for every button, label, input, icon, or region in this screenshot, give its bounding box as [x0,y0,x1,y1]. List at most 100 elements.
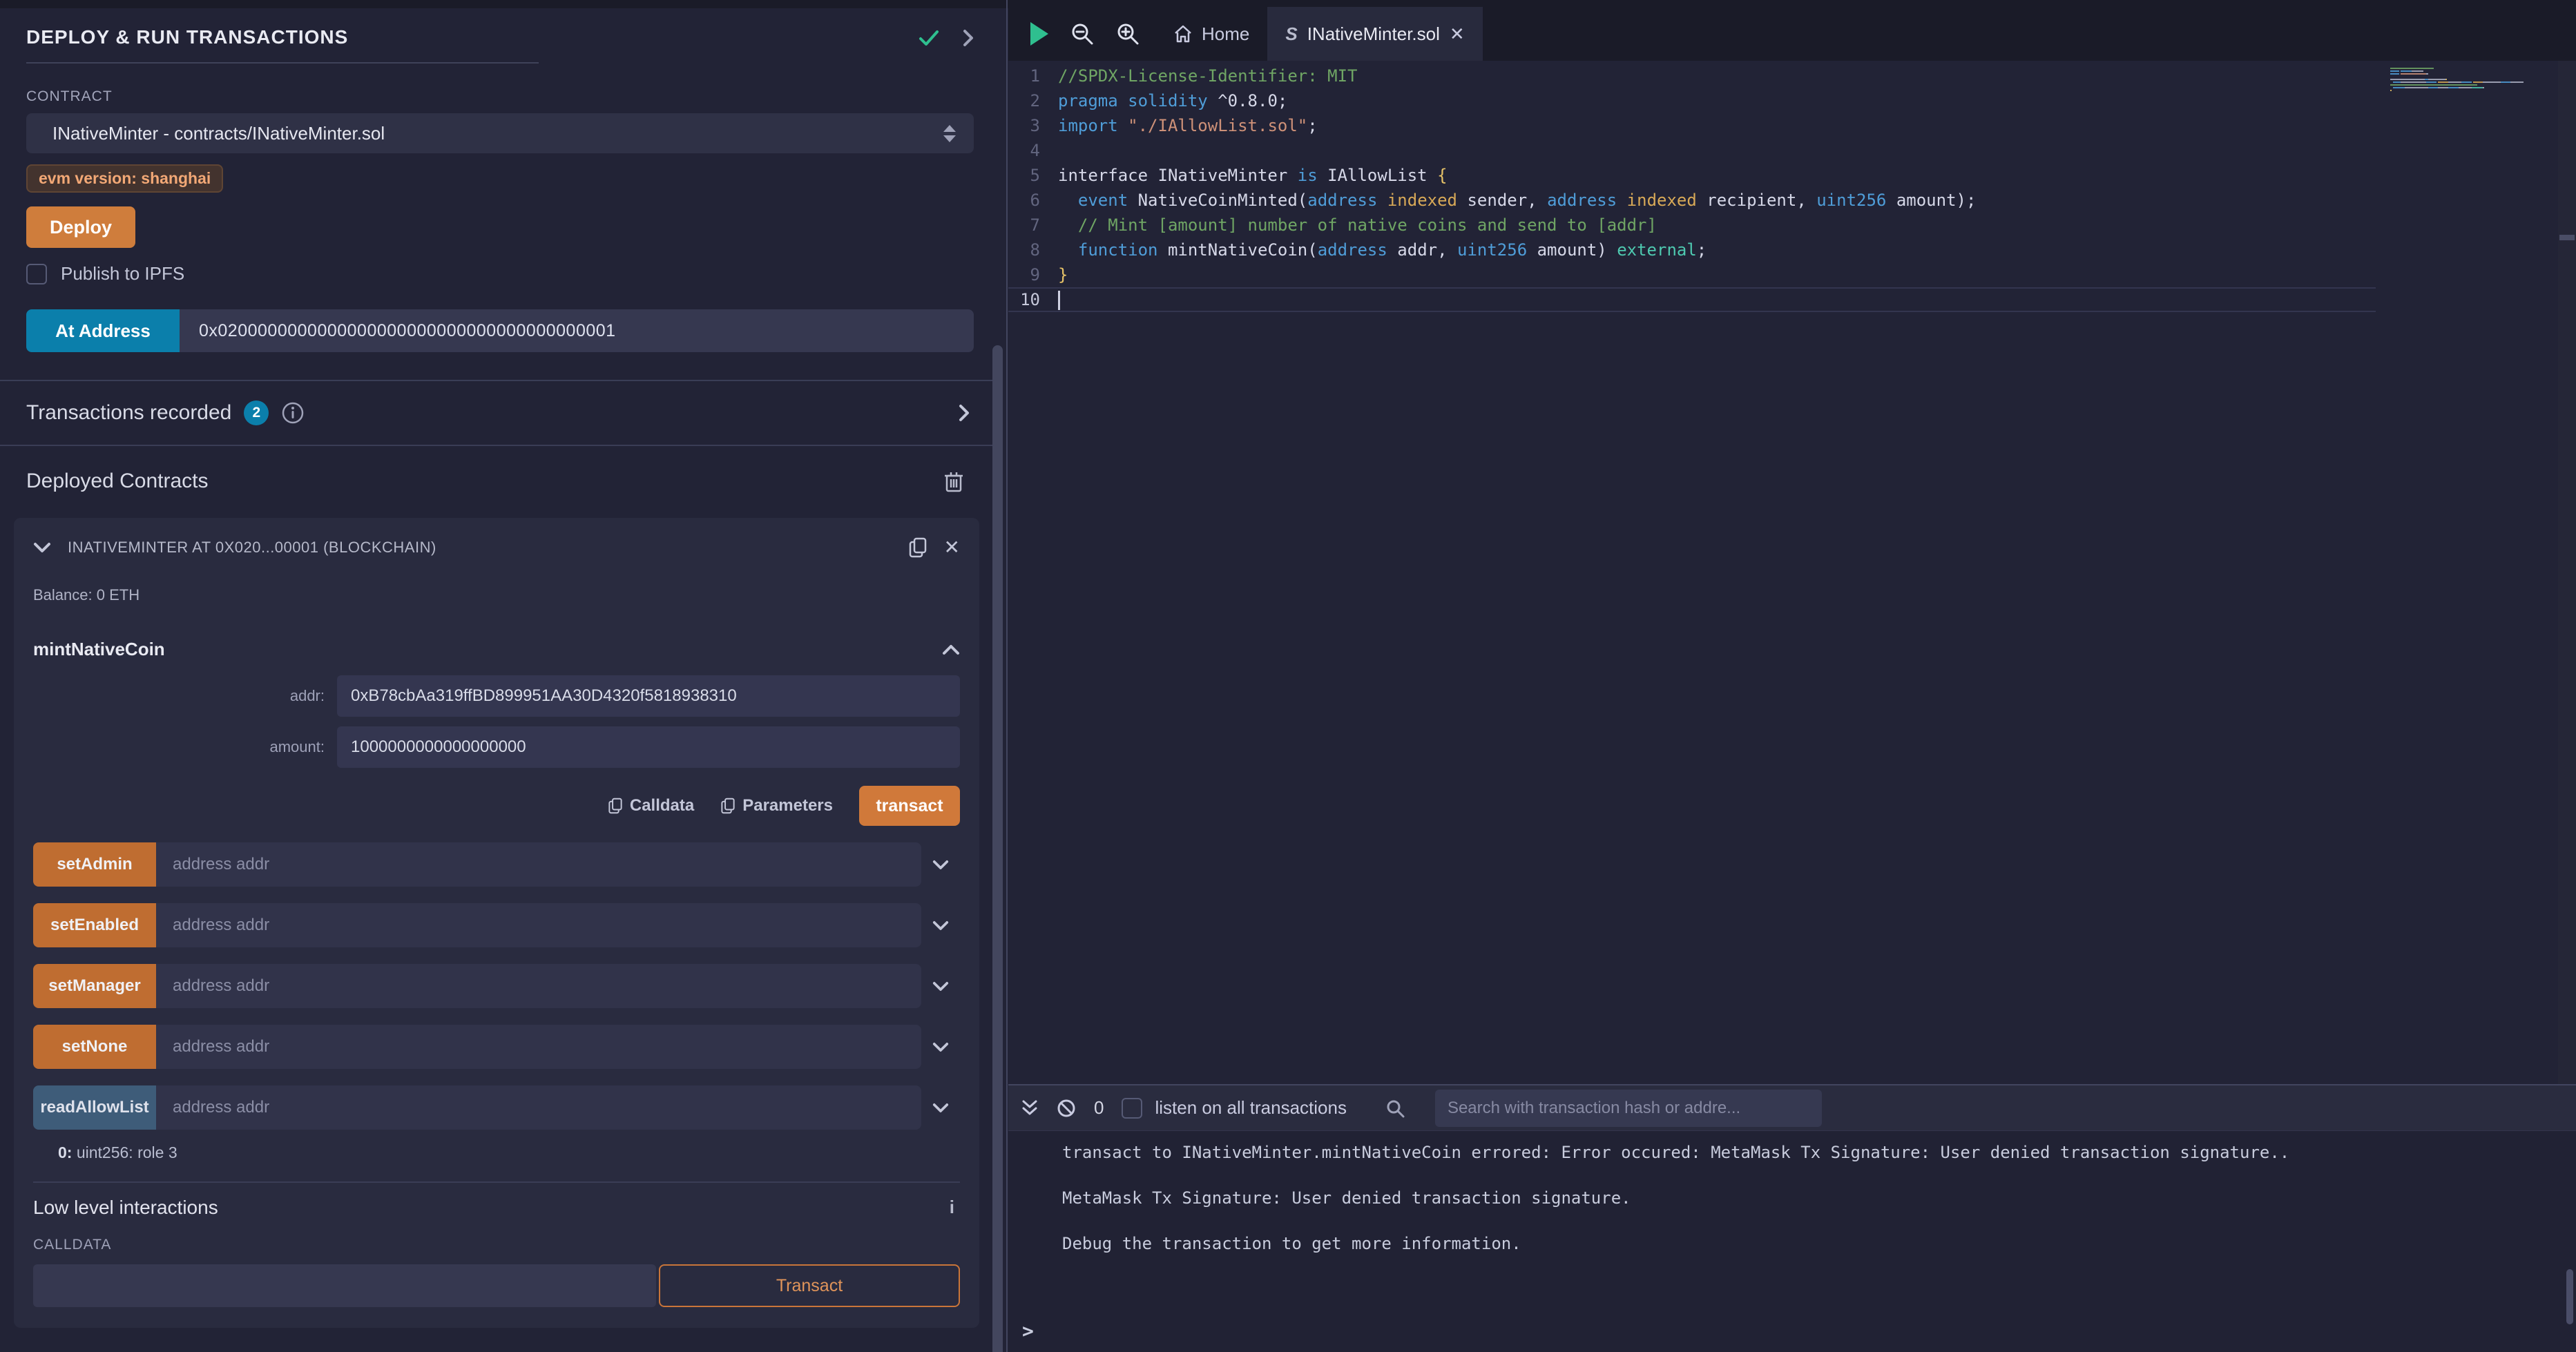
close-icon[interactable]: ✕ [1450,23,1465,45]
readallowlist-input[interactable] [156,1085,921,1130]
code-line[interactable]: 10 [1008,287,2376,312]
code-line[interactable]: 7 // Mint [amount] number of native coin… [1008,213,2576,238]
line-number: 6 [1008,191,1058,210]
close-icon[interactable]: ✕ [944,536,960,559]
transactions-recorded-row[interactable]: Transactions recorded 2 [26,381,974,445]
line-content: event NativeCoinMinted(address indexed s… [1058,191,1976,210]
transactions-count-badge: 2 [244,400,269,425]
line-number: 1 [1008,66,1058,86]
amount-field-input[interactable] [337,726,960,768]
setnone-input[interactable] [156,1025,921,1069]
code-line[interactable]: 3import "./IAllowList.sol"; [1008,113,2576,138]
chevron-down-icon[interactable] [33,542,51,553]
main-area: Home S INativeMinter.sol ✕ 1//SPDX-Licen… [1008,0,2576,1352]
addr-field-label: addr: [33,687,337,705]
minimap[interactable] [2390,68,2554,95]
low-level-transact-button[interactable]: Transact [659,1264,960,1307]
zoom-out-icon[interactable] [1070,22,1094,46]
setmanager-input[interactable] [156,964,921,1008]
contract-label: CONTRACT [26,88,974,105]
terminal-prompt[interactable]: > [1022,1320,1034,1342]
readallowlist-button[interactable]: readAllowList [33,1085,156,1130]
chevron-down-icon[interactable] [921,903,960,947]
listen-transactions-label: listen on all transactions [1155,1097,1346,1119]
calldata-input[interactable] [33,1264,656,1307]
at-address-button[interactable]: At Address [26,309,180,352]
code-line[interactable]: 1//SPDX-License-Identifier: MIT [1008,64,2576,88]
code-lines: 1//SPDX-License-Identifier: MIT2pragma s… [1008,61,2576,312]
setenabled-button[interactable]: setEnabled [33,903,156,947]
transact-button[interactable]: transact [859,786,960,826]
chevron-down-icon[interactable] [921,1025,960,1069]
listen-transactions-checkbox[interactable] [1122,1098,1142,1119]
deployed-contract-card: INATIVEMINTER AT 0X020...00001 (BLOCKCHA… [14,518,979,1328]
setadmin-input[interactable] [156,842,921,887]
panel-header: DEPLOY & RUN TRANSACTIONS [26,8,974,64]
terminal-scrollbar-thumb[interactable] [2566,1269,2573,1324]
chevron-down-icon[interactable] [921,842,960,887]
code-line[interactable]: 8 function mintNativeCoin(address addr, … [1008,238,2576,262]
terminal-log-line: MetaMask Tx Signature: User denied trans… [1062,1188,2576,1208]
tab-inativeminter[interactable]: S INativeMinter.sol ✕ [1267,7,1482,61]
transactions-recorded-label: Transactions recorded [26,401,231,425]
line-number: 8 [1008,240,1058,260]
run-script-icon[interactable] [1030,22,1048,46]
panel-editor-divider[interactable] [1006,0,1008,1352]
search-icon [1385,1099,1405,1118]
setadmin-button[interactable]: setAdmin [33,842,156,887]
line-content: function mintNativeCoin(address addr, ui… [1058,240,1707,260]
chevron-up-icon[interactable] [942,644,960,655]
addr-field-input[interactable] [337,675,960,717]
editor-scrollbar[interactable] [2558,61,2576,1084]
function-row-setmanager: setManager [33,964,960,1008]
chevron-right-icon[interactable] [963,29,974,47]
terminal-body[interactable]: transact to INativeMinter.mintNativeCoin… [1008,1131,2576,1352]
contract-select-value: INativeMinter - contracts/INativeMinter.… [52,123,943,144]
code-line[interactable]: 4 [1008,138,2576,163]
terminal-toolbar: 0 listen on all transactions [1008,1085,2576,1131]
line-number: 4 [1008,141,1058,160]
deploy-button[interactable]: Deploy [26,206,135,248]
panel-scrollbar[interactable] [992,345,1003,1352]
trash-icon[interactable] [943,470,964,493]
code-line[interactable]: 2pragma solidity ^0.8.0; [1008,88,2576,113]
parameters-copy-button[interactable]: Parameters [720,796,833,815]
at-address-input[interactable]: 0x02000000000000000000000000000000000000… [180,309,974,352]
copy-icon[interactable] [908,537,927,559]
terminal-search-input[interactable] [1435,1090,1822,1127]
function-row-readallowlist: readAllowList [33,1085,960,1130]
calldata-copy-button[interactable]: Calldata [608,796,694,815]
chevron-down-icon[interactable] [921,1085,960,1130]
publish-ipfs-label: Publish to IPFS [61,263,184,284]
terminal-log-line: transact to INativeMinter.mintNativeCoin… [1062,1142,2576,1163]
expand-terminal-icon[interactable] [1021,1099,1039,1118]
tab-home[interactable]: Home [1155,7,1267,61]
chevron-down-icon[interactable] [921,964,960,1008]
code-editor[interactable]: 1//SPDX-License-Identifier: MIT2pragma s… [1008,61,2576,1084]
code-line[interactable]: 5interface INativeMinter is IAllowList { [1008,163,2576,188]
publish-ipfs-checkbox[interactable] [26,264,47,284]
section-divider [33,1181,960,1183]
setmanager-button[interactable]: setManager [33,964,156,1008]
line-number: 7 [1008,215,1058,235]
info-icon [281,401,305,425]
line-content: } [1058,265,1068,284]
clear-console-icon[interactable] [1057,1099,1076,1118]
publish-ipfs-row: Publish to IPFS [26,263,974,284]
zoom-in-icon[interactable] [1116,22,1140,46]
line-number: 9 [1008,265,1058,284]
contract-select[interactable]: INativeMinter - contracts/INativeMinter.… [26,113,974,153]
deployed-contracts-title: Deployed Contracts [26,470,208,493]
setnone-button[interactable]: setNone [33,1025,156,1069]
editor-tabbar: Home S INativeMinter.sol ✕ [1008,0,2576,61]
chevron-right-icon[interactable] [959,404,970,422]
function-name-mintnativecoin[interactable]: mintNativeCoin [33,639,165,660]
code-line[interactable]: 6 event NativeCoinMinted(address indexed… [1008,188,2576,213]
terminal: 0 listen on all transactions transact to… [1008,1084,2576,1352]
code-line[interactable]: 9} [1008,262,2576,287]
check-icon [919,30,939,46]
select-arrows-icon [943,125,956,142]
editor-scrollbar-thumb[interactable] [2559,235,2575,240]
setenabled-input[interactable] [156,903,921,947]
line-number: 5 [1008,166,1058,185]
